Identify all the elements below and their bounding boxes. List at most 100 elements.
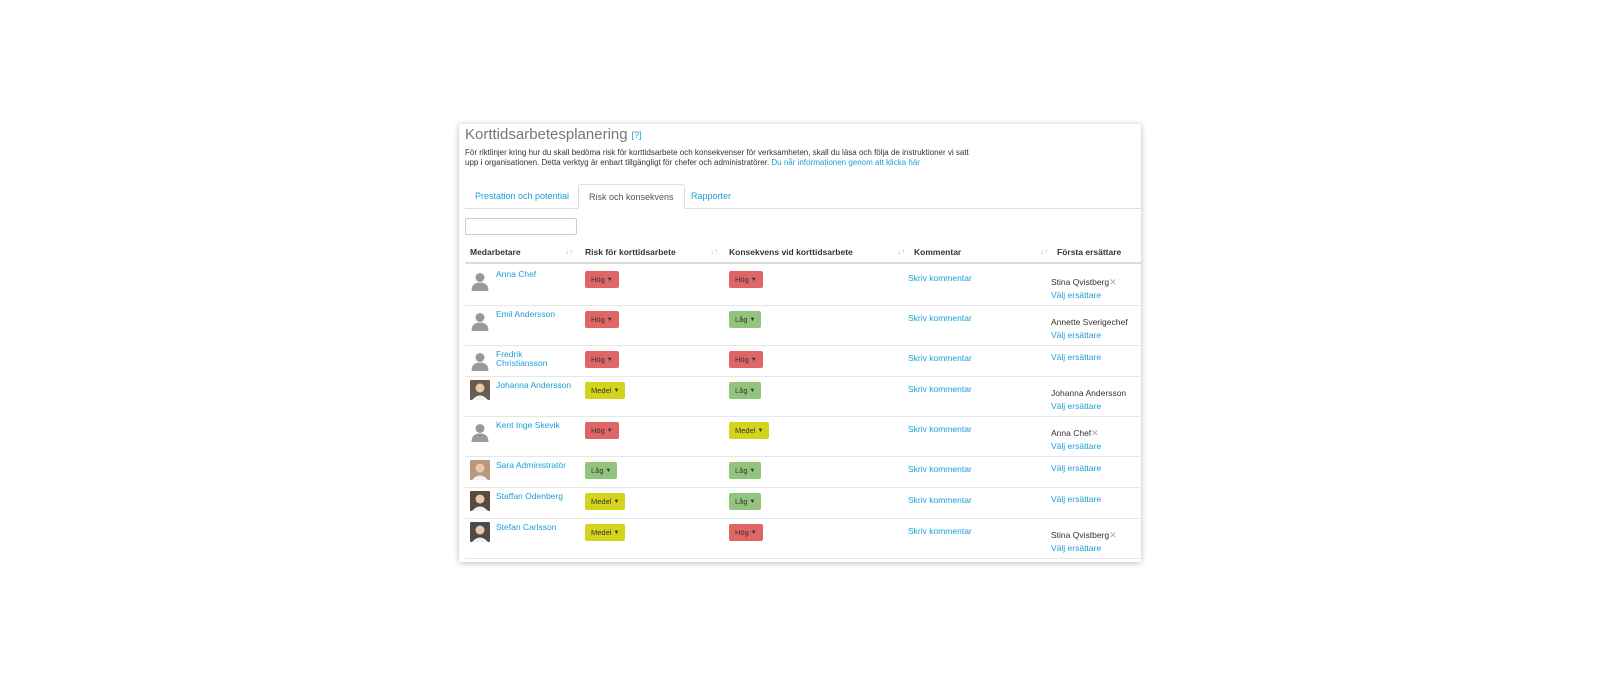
page-title: Korttidsarbetesplanering [?]: [465, 126, 642, 143]
choose-substitute-link[interactable]: Välj ersättare: [1051, 441, 1101, 451]
konsekvens-dropdown[interactable]: Låg ▼: [729, 382, 762, 399]
caret-down-icon: ▼: [749, 499, 756, 505]
employee-name-link[interactable]: Anna Chef: [496, 270, 576, 279]
person-icon: [471, 424, 489, 442]
header-forsta-ersattare[interactable]: Första ersättare: [1057, 242, 1121, 262]
employee-name-link[interactable]: Stefan Carlsson: [496, 523, 576, 532]
write-comment-link[interactable]: Skriv kommentar: [908, 526, 972, 536]
choose-substitute-link[interactable]: Välj ersättare: [1051, 330, 1101, 340]
risk-dropdown[interactable]: Medel ▼: [585, 493, 626, 510]
substitute-name: Stina Qvistberg: [1051, 277, 1110, 287]
tab-prestation-och-potential[interactable]: Prestation och potential: [465, 184, 579, 208]
write-comment-link[interactable]: Skriv kommentar: [908, 424, 972, 434]
tab-rapporter[interactable]: Rapporter: [681, 184, 741, 208]
choose-substitute-link[interactable]: Välj ersättare: [1051, 401, 1101, 411]
person-icon: [471, 313, 489, 331]
risk-dropdown[interactable]: Hög ▼: [585, 351, 619, 368]
substitute-entry: Anna Chef✕: [1051, 428, 1099, 439]
caret-down-icon: ▼: [749, 317, 756, 323]
instructions-link[interactable]: Du når informationen genom att klicka hä…: [771, 158, 920, 167]
risk-dropdown[interactable]: Medel ▼: [585, 524, 626, 541]
avatar-photo: [470, 491, 490, 511]
risk-value: Hög: [591, 426, 605, 435]
caret-down-icon: ▼: [606, 277, 613, 283]
write-comment-link[interactable]: Skriv kommentar: [908, 353, 972, 363]
header-risk[interactable]: Risk för korttidsarbete: [585, 242, 676, 262]
header-kommentar[interactable]: Kommentar: [914, 242, 961, 262]
konsekvens-value: Hög: [735, 275, 749, 284]
konsekvens-dropdown[interactable]: Hög ▼: [729, 351, 763, 368]
risk-value: Hög: [591, 275, 605, 284]
konsekvens-value: Låg: [735, 497, 748, 506]
risk-value: Medel: [591, 528, 612, 537]
choose-substitute-link[interactable]: Välj ersättare: [1051, 463, 1101, 473]
choose-substitute-link[interactable]: Välj ersättare: [1051, 543, 1101, 553]
risk-dropdown[interactable]: Hög ▼: [585, 311, 619, 328]
risk-value: Medel: [591, 497, 612, 506]
search-input[interactable]: [465, 218, 577, 235]
risk-dropdown[interactable]: Hög ▼: [585, 271, 619, 288]
risk-value: Hög: [591, 315, 605, 324]
konsekvens-dropdown[interactable]: Medel ▼: [729, 422, 770, 439]
person-icon: [471, 353, 489, 371]
write-comment-link[interactable]: Skriv kommentar: [908, 495, 972, 505]
table-row: Johanna Andersson Medel ▼ Låg ▼ Skriv komment…: [465, 376, 1141, 417]
table-header: Medarbetare ↓↑ Risk för korttidsarbete ↓…: [465, 242, 1141, 264]
caret-down-icon: ▼: [749, 388, 756, 394]
table-row: Staffan Odenberg Medel ▼ Låg ▼ Skriv kommenta…: [465, 487, 1141, 519]
tab-bar: Prestation och potential Risk och konsek…: [465, 184, 1141, 209]
substitute-name: Stina Qvistberg: [1051, 530, 1110, 540]
konsekvens-dropdown[interactable]: Låg ▼: [729, 493, 762, 510]
caret-down-icon: ▼: [606, 317, 613, 323]
konsekvens-value: Låg: [735, 386, 748, 395]
employee-name-link[interactable]: Fredrik Christiansson: [496, 350, 576, 368]
sort-icon[interactable]: ↓↑: [565, 242, 573, 262]
avatar-photo: [470, 380, 490, 400]
employee-name-link[interactable]: Emil Andersson: [496, 310, 576, 319]
sort-icon[interactable]: ↓↑: [710, 242, 718, 262]
sort-icon[interactable]: ↓↑: [1040, 242, 1048, 262]
person-icon: [471, 273, 489, 291]
risk-dropdown[interactable]: Medel ▼: [585, 382, 626, 399]
substitute-name: Annette Sverigechef: [1051, 317, 1128, 327]
substitute-entry: Stina Qvistberg✕: [1051, 277, 1117, 288]
employee-name-link[interactable]: Kent Inge Skevik: [496, 421, 576, 430]
caret-down-icon: ▼: [750, 357, 757, 363]
write-comment-link[interactable]: Skriv kommentar: [908, 464, 972, 474]
remove-icon[interactable]: ✕: [1109, 277, 1117, 287]
planning-panel: Korttidsarbetesplanering [?] För riktlinj…: [459, 124, 1141, 562]
caret-down-icon: ▼: [613, 499, 620, 505]
table-row: Anna Chef Hög ▼ Hög ▼ Skriv kommentar Stina Qv…: [465, 265, 1141, 306]
risk-dropdown[interactable]: Hög ▼: [585, 422, 619, 439]
caret-down-icon: ▼: [750, 277, 757, 283]
caret-down-icon: ▼: [606, 357, 613, 363]
sort-icon[interactable]: ↓↑: [897, 242, 905, 262]
caret-down-icon: ▼: [750, 530, 757, 536]
help-link[interactable]: [?]: [632, 130, 642, 140]
remove-icon[interactable]: ✕: [1109, 530, 1117, 540]
konsekvens-dropdown[interactable]: Låg ▼: [729, 311, 762, 328]
tab-risk-och-konsekvens[interactable]: Risk och konsekvens: [578, 184, 685, 209]
choose-substitute-link[interactable]: Välj ersättare: [1051, 352, 1101, 362]
header-konsekvens[interactable]: Konsekvens vid korttidsarbete: [729, 242, 853, 262]
choose-substitute-link[interactable]: Välj ersättare: [1051, 290, 1101, 300]
konsekvens-dropdown[interactable]: Låg ▼: [729, 462, 762, 479]
risk-dropdown[interactable]: Låg ▼: [585, 462, 618, 479]
choose-substitute-link[interactable]: Välj ersättare: [1051, 494, 1101, 504]
substitute-entry: Stina Qvistberg✕: [1051, 530, 1117, 541]
employee-name-link[interactable]: Sara Administratör: [496, 461, 576, 470]
page-title-text: Korttidsarbetesplanering: [465, 126, 628, 143]
write-comment-link[interactable]: Skriv kommentar: [908, 313, 972, 323]
caret-down-icon: ▼: [613, 388, 620, 394]
table-row: Emil Andersson Hög ▼ Låg ▼ Skriv kommentar Ann…: [465, 305, 1141, 346]
caret-down-icon: ▼: [749, 468, 756, 474]
remove-icon[interactable]: ✕: [1091, 428, 1099, 438]
header-medarbetare[interactable]: Medarbetare: [470, 242, 521, 262]
write-comment-link[interactable]: Skriv kommentar: [908, 384, 972, 394]
employee-name-link[interactable]: Johanna Andersson: [496, 381, 576, 390]
write-comment-link[interactable]: Skriv kommentar: [908, 273, 972, 283]
konsekvens-dropdown[interactable]: Hög ▼: [729, 271, 763, 288]
konsekvens-value: Medel: [735, 426, 756, 435]
employee-name-link[interactable]: Staffan Odenberg: [496, 492, 576, 501]
konsekvens-dropdown[interactable]: Hög ▼: [729, 524, 763, 541]
